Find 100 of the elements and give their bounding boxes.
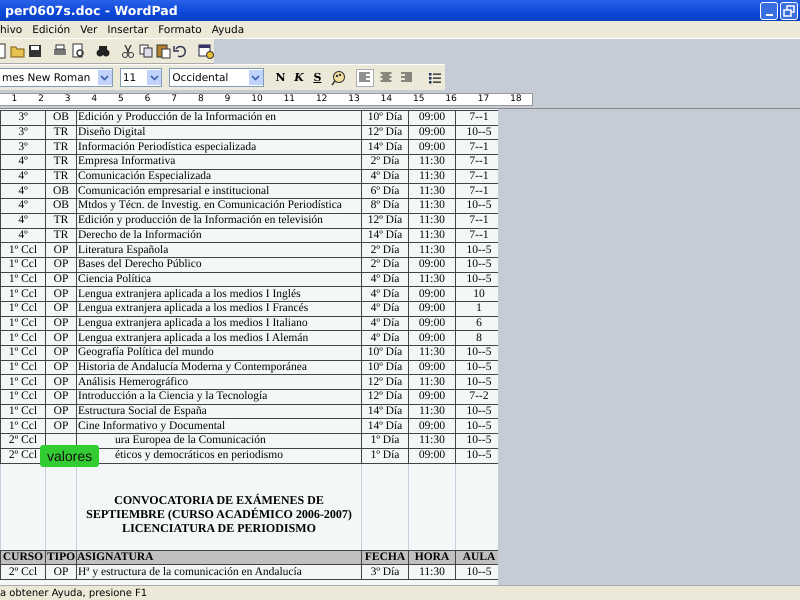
- table-cell: 10: [473, 288, 485, 300]
- table-cell: 1º Día: [370, 449, 400, 462]
- status-text: a obtener Ayuda, presione F1: [0, 588, 148, 598]
- table-cell: 10--5: [466, 434, 492, 446]
- table-cell: 4º: [18, 200, 28, 212]
- table-cell: Mtdos y Técn. de Investig. en Comunicación Periodística: [78, 200, 342, 212]
- table-cell: 1º Ccl: [8, 420, 38, 432]
- table-cell: 4º Día: [370, 332, 400, 344]
- script-dropdown[interactable]: Occidental: [169, 68, 264, 87]
- table-cell: 09:00: [418, 288, 446, 300]
- table-cell: Edición y producción de la Información en televisión: [78, 214, 323, 226]
- undo-icon: [172, 43, 188, 59]
- table-cell: 10--5: [466, 566, 492, 578]
- table-cell: 10--5: [466, 200, 492, 212]
- italic-button[interactable]: K: [291, 68, 307, 86]
- table-cell: OP: [54, 405, 68, 418]
- table-cell: Lengua extranjera aplicada a los medios I Alemán: [78, 332, 308, 344]
- table-cell: 10º Día: [368, 361, 402, 374]
- menu-item[interactable]: Ver: [75, 24, 102, 36]
- table-cell: 3º: [18, 126, 28, 138]
- ruler-number: 14: [380, 94, 392, 104]
- table-cell: 10--5: [466, 361, 492, 374]
- table-cell: OP: [54, 361, 68, 374]
- table-cell: 09:00: [418, 111, 446, 124]
- menu-item[interactable]: hivo: [0, 24, 28, 36]
- table-cell: 09:00: [418, 258, 446, 270]
- underline-button[interactable]: S: [310, 68, 326, 86]
- table-cell: 10--5: [466, 449, 492, 462]
- cut-icon: [120, 43, 136, 59]
- ruler-number: 11: [284, 94, 296, 104]
- table-cell: 1: [476, 302, 482, 314]
- table-cell: OP: [54, 288, 68, 300]
- restore-button[interactable]: [780, 2, 798, 20]
- table-cell: 10--5: [466, 405, 492, 418]
- table-cell: 1º Ccl: [8, 390, 38, 402]
- table-cell: Bases del Derecho Público: [78, 258, 202, 270]
- print-preview-icon: [70, 43, 86, 59]
- table-cell: Lengua extranjera aplicada a los medios I Francés: [78, 302, 308, 314]
- table-cell: 3º: [18, 140, 28, 153]
- table-cell: 09:00: [418, 390, 446, 402]
- table-cell: OP: [54, 332, 68, 344]
- table-cell: TR: [54, 170, 68, 182]
- table-cell: 3º Día: [370, 566, 400, 578]
- table-cell: OP: [54, 258, 68, 270]
- table-cell: 12º Día: [368, 376, 402, 388]
- table-cell: 11:30: [419, 228, 445, 241]
- table-cell: 11:30: [419, 200, 445, 212]
- align-left-icon: [359, 72, 372, 83]
- table-cell: 4º Día: [370, 170, 400, 182]
- table-cell: Comunicación empresarial e institucional: [78, 184, 270, 197]
- tooltip: valores: [40, 445, 100, 467]
- table-cell: 2º Día: [370, 156, 400, 168]
- table-cell: TR: [54, 156, 68, 168]
- table-cell: 1º Ccl: [8, 376, 38, 388]
- heading-line: CONVOCATORIA DE EXÁMENES DE: [113, 492, 325, 506]
- table-cell: Estructura Social de España: [78, 405, 207, 418]
- ruler-number: 6: [144, 94, 150, 104]
- menu-item[interactable]: Edición: [27, 24, 76, 36]
- minimize-button[interactable]: [760, 2, 778, 20]
- ruler-number: 8: [198, 94, 204, 104]
- table-cell: 1º Ccl: [8, 317, 38, 329]
- table-cell: 10--5: [466, 258, 492, 270]
- table-cell: Comunicación Especializada: [78, 170, 212, 182]
- font-dropdown[interactable]: mes New Roman: [0, 68, 113, 87]
- table-cell: OP: [54, 346, 68, 358]
- column-header: TIPO: [46, 550, 76, 565]
- align-left-button[interactable]: [356, 68, 374, 86]
- table-cell: 11:30: [419, 434, 445, 446]
- bold-button[interactable]: N: [272, 68, 288, 86]
- align-right-icon: [400, 72, 412, 83]
- table-cell: 1º Ccl: [8, 244, 38, 256]
- table-cell: éticos y democráticos en periodismo: [115, 449, 283, 462]
- menu-item[interactable]: Ayuda: [206, 24, 250, 36]
- table-cell: 14º Día: [368, 228, 402, 241]
- table-cell: 4º: [18, 156, 28, 168]
- table-cell: Cine Informativo y Documental: [78, 420, 226, 432]
- table-cell: 09:00: [418, 332, 446, 344]
- menu-item[interactable]: Insertar: [102, 24, 154, 36]
- table-cell: 4º: [18, 228, 28, 241]
- ruler-number: 2: [38, 94, 44, 104]
- table-cell: 7--1: [469, 228, 489, 241]
- table-cell: Hª y estructura de la comunicación en Andalucía: [78, 566, 302, 578]
- menu-item[interactable]: Formato: [153, 24, 207, 36]
- ruler-number: 9: [224, 94, 230, 104]
- table-cell: 11:30: [419, 244, 445, 256]
- ruler[interactable]: 1 2 3 4 5 6 7 8 9 10 11 12 13 14 15 16 17 18: [0, 92, 533, 106]
- size-dropdown[interactable]: 11: [120, 68, 162, 87]
- table-cell: 1º Ccl: [8, 361, 38, 374]
- ruler-number: 3: [64, 94, 70, 104]
- table-cell: 11:30: [419, 214, 445, 226]
- table-cell: 09:00: [418, 140, 446, 153]
- heading-line: LICENCIATURA DE PERIODISMO: [121, 520, 317, 534]
- table-cell: 09:00: [418, 302, 446, 314]
- table-cell: 1º Ccl: [8, 288, 38, 300]
- table-cell: Análisis Hemerográfico: [78, 376, 188, 388]
- table-cell: Derecho de la Información: [78, 228, 202, 241]
- table-cell: 8: [476, 332, 482, 344]
- table-cell: 4º Día: [370, 317, 400, 329]
- minimize-icon: [766, 14, 772, 16]
- table-cell: Historia de Andalucía Moderna y Contemporánea: [78, 361, 307, 374]
